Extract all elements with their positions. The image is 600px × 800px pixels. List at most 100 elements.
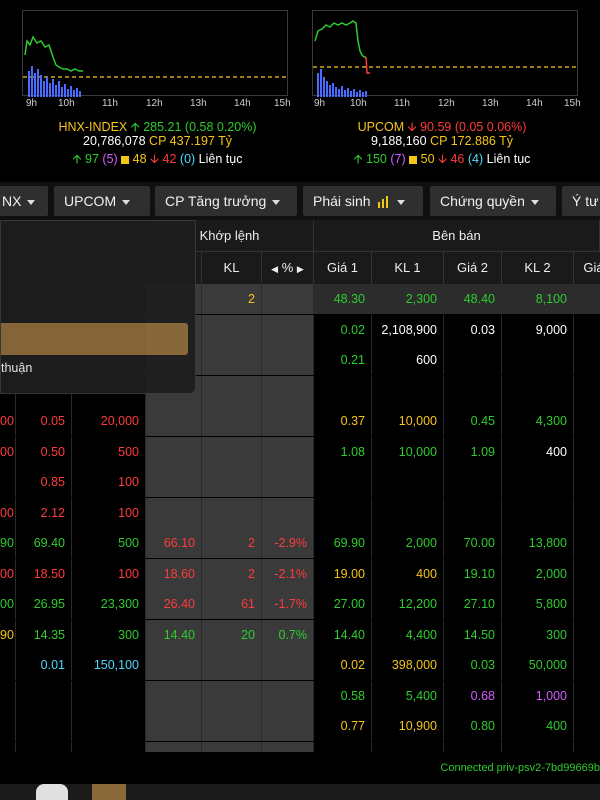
table-cell-g3: 1 (574, 620, 600, 650)
table-cell-k2: 4,300 (502, 406, 574, 436)
tab-derivatives[interactable]: Phái sinh (303, 186, 423, 216)
tab-ideas[interactable]: Ý tư (562, 186, 600, 216)
table-cell-g3: 0 (574, 650, 600, 680)
table-cell-m-kl (202, 497, 262, 528)
table-cell-k2: 400 (502, 711, 574, 741)
footer: Connected priv-psv2-7bd99669b (0, 752, 600, 800)
table-cell-g1: 69.90 (314, 528, 372, 558)
table-cell-k2: 13,800 (502, 528, 574, 558)
upcom-value: 172.886 Tỷ (450, 134, 514, 148)
tab-label: Phái sinh (313, 193, 371, 209)
caret-left-right-icon[interactable]: ◀ (271, 264, 278, 274)
hnx-index-change: 285.21 (0.58 0.20%) (143, 120, 257, 134)
dropdown-menu-overlay[interactable]: thuận (0, 220, 196, 394)
table-cell-k1: 400 (372, 558, 444, 589)
table-row[interactable]: 00 2.12 100 (0, 497, 600, 528)
upcom-intraday-chart[interactable] (312, 10, 579, 97)
upcom-breadth-line: 🡩 150 (7) 50 🡫 46 (4) Liên tục (292, 150, 592, 171)
dropdown-item-label[interactable]: thuận (1, 361, 32, 375)
hnx-volume-line: 20,786,078 CP 437.197 Tỷ (0, 134, 315, 148)
table-cell-m-pct (262, 284, 314, 314)
taskbar-button[interactable] (92, 784, 126, 800)
col-header-pct[interactable]: ◀ % ▶ (262, 252, 314, 284)
table-cell-c: 100 (72, 497, 146, 528)
col-header-kl2[interactable]: KL 2 (502, 252, 574, 284)
table-cell-m-pct (262, 345, 314, 375)
upcom-price-line (314, 20, 366, 58)
table-row[interactable]: 0.01150,100 0.02398,0000.0350,0000 (0, 650, 600, 680)
taskbar-button[interactable] (36, 784, 68, 800)
arrow-down-icon: 🡫 (407, 120, 417, 134)
hnx-intraday-chart[interactable] (22, 10, 289, 97)
table-cell-g3 (574, 406, 600, 436)
table-cell-g1 (314, 375, 372, 406)
caret-right-icon[interactable]: ▶ (297, 264, 304, 274)
table-cell-b: 14.35 (16, 619, 72, 650)
col-header-gia3[interactable]: Giá (574, 252, 600, 284)
col-header-match-kl[interactable]: KL (202, 252, 262, 284)
table-cell-m-pct (262, 711, 314, 741)
square-icon (409, 155, 418, 164)
table-cell-m-pct (262, 650, 314, 680)
table-cell-g2: 48.40 (444, 284, 502, 314)
table-cell-g2: 27.10 (444, 589, 502, 619)
table-row[interactable]: 00 26.95 23,300 26.40 61 -1.7% 27.00 12,200 27.1… (0, 589, 600, 619)
table-cell-k2: 400 (502, 436, 574, 467)
tab-label: NX (2, 193, 22, 209)
hnx-ceiling-count: (5) (102, 152, 118, 166)
upcom-index-panel[interactable]: 9h 10h 11h 12h 13h 14h 15h UPCOM 🡫 90.59… (300, 0, 600, 180)
tab-growth-stocks[interactable]: CP Tăng trưởng (155, 186, 297, 216)
col-header-label: KL 2 (524, 260, 551, 275)
table-row[interactable]: 9014.3530014.40200.7%14.404,40014.503001 (0, 619, 600, 650)
upcom-ceiling-count: (7) (390, 152, 406, 166)
chevron-down-icon (272, 199, 281, 205)
table-cell-k2 (502, 345, 574, 375)
table-row[interactable]: 0.85 100 (0, 467, 600, 497)
table-row[interactable]: 00 0.05 20,000 0.37 10,000 0.45 4,300 (0, 406, 600, 436)
table-cell-c: 500 (72, 436, 146, 467)
table-row[interactable]: 000.50500 1.0810,0001.094001 (0, 436, 600, 467)
col-header-label: Giá (583, 260, 600, 275)
col-header-kl1[interactable]: KL 1 (372, 252, 444, 284)
tab-warrants[interactable]: Chứng quyền (430, 186, 556, 216)
table-row[interactable]: 90 69.40 500 66.10 2 -2.9% 69.90 2,000 70.00 13,8… (0, 528, 600, 558)
table-row[interactable]: 0.7710,9000.804000 (0, 711, 600, 741)
table-cell-g3: 1 (574, 437, 600, 467)
table-cell-g1: 0.02 (314, 314, 372, 345)
tab-label: Chứng quyền (440, 193, 525, 209)
upcom-volume: 9,188,160 (370, 134, 427, 148)
col-header-gia2[interactable]: Giá 2 (444, 252, 502, 284)
table-cell-k1: 600 (372, 345, 444, 375)
table-cell-g1: 0.77 (314, 711, 372, 741)
time-tick: 14h (234, 98, 251, 109)
table-cell-g2: 0.68 (444, 680, 502, 711)
table-row[interactable]: 0018.5010018.602-2.1%19.0040019.102,0001 (0, 558, 600, 589)
col-header-gia1[interactable]: Giá 1 (314, 252, 372, 284)
tab-upcom[interactable]: UPCOM (54, 186, 150, 216)
dropdown-highlighted-item[interactable] (1, 323, 188, 355)
table-cell-m-pct (262, 680, 314, 711)
col-header-label: % (281, 260, 294, 275)
upcom-chart-svg (313, 20, 579, 97)
arrow-down-icon: 🡫 (438, 152, 447, 166)
table-cell-g1: 0.02 (314, 650, 372, 680)
table-cell-g2: 1.09 (444, 436, 502, 467)
upcom-decliners: 46 (450, 152, 465, 166)
table-cell-g1: 27.00 (314, 589, 372, 619)
chevron-down-icon (27, 199, 36, 205)
table-cell-g1: 0.21 (314, 345, 372, 375)
tab-hnx[interactable]: NX (0, 186, 48, 216)
square-icon (121, 155, 130, 164)
table-row[interactable]: 0.58 5,400 0.68 1,000 (0, 680, 600, 711)
table-cell-g3: 2 (574, 589, 600, 619)
table-cell-k1: 2,108,900 (372, 314, 444, 345)
hnx-index-panel[interactable]: 9h 10h 11h 12h 13h 14h 15h HNX-INDEX 🡩 2… (0, 0, 300, 180)
table-cell-a (0, 711, 16, 741)
table-cell-g3 (574, 498, 600, 528)
time-tick: 15h (274, 98, 291, 109)
table-cell-m-pct (262, 375, 314, 406)
table-cell-k2: 2,000 (502, 558, 574, 589)
upcom-unchanged: 50 (420, 152, 435, 166)
col-header-label: Giá 2 (456, 260, 489, 275)
table-cell-m-pct (262, 467, 314, 497)
